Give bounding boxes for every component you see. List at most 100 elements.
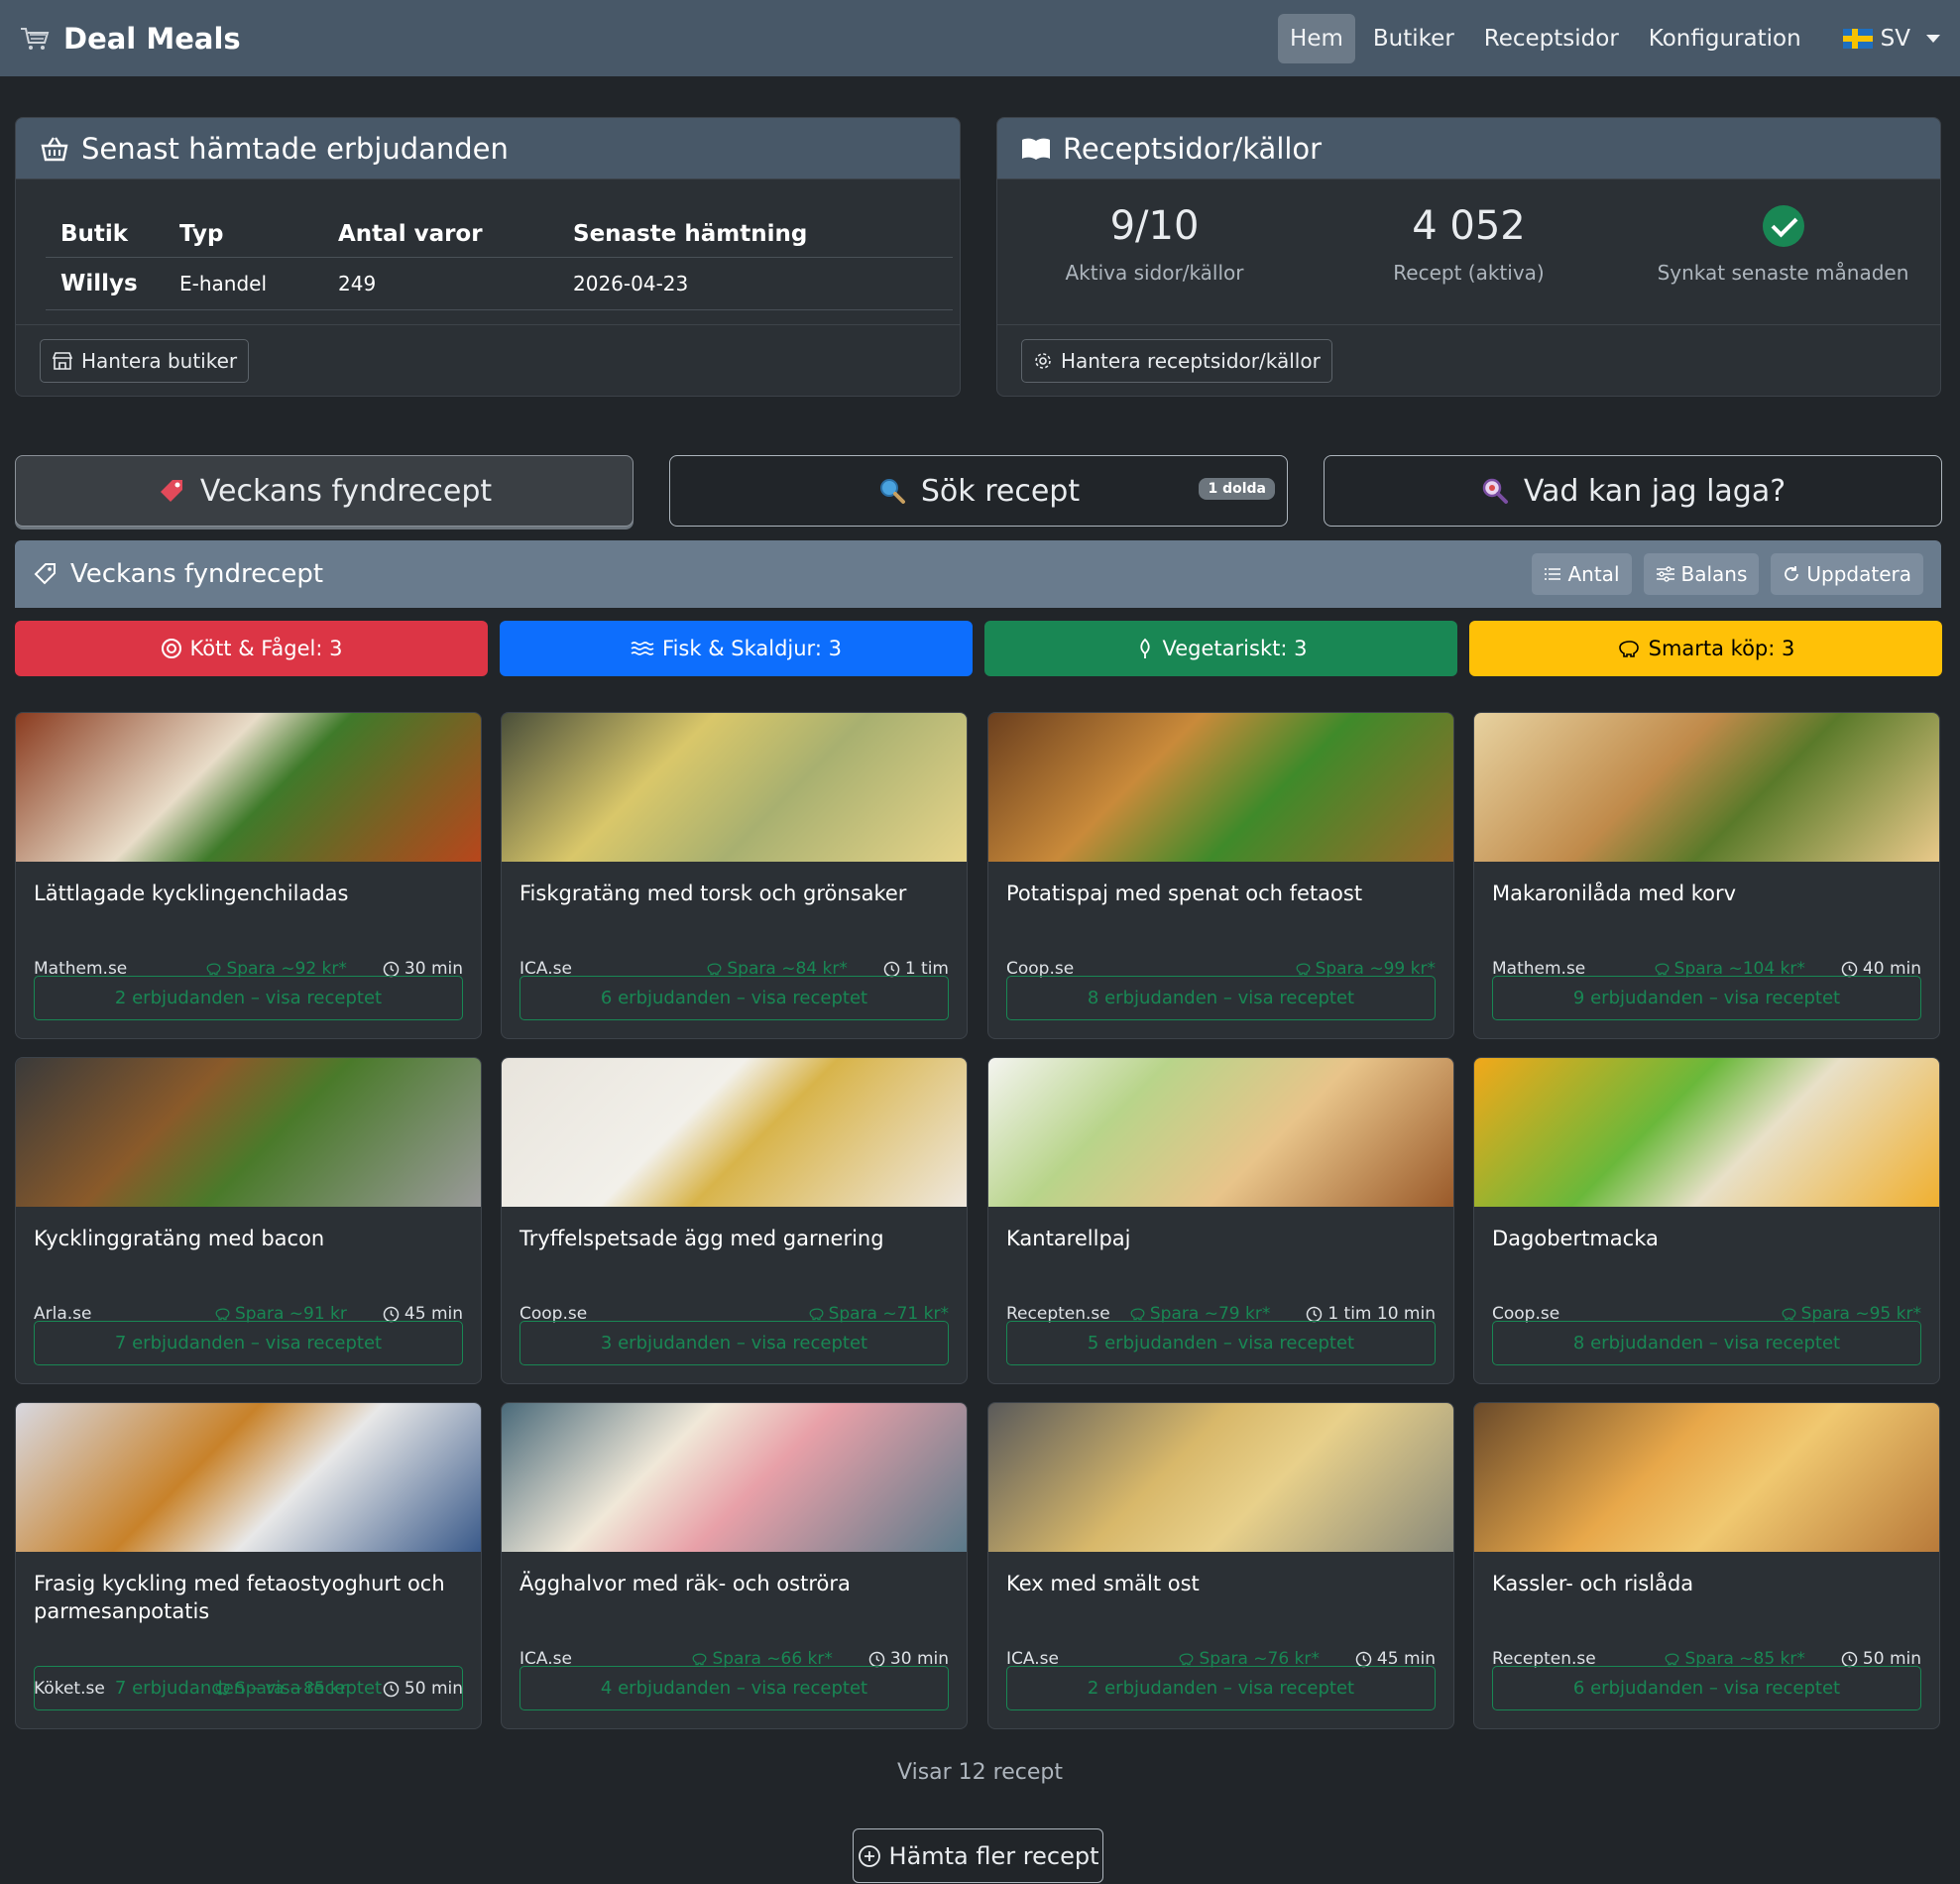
category-fish-seafood[interactable]: Fisk & Skaldjur: 3 xyxy=(500,621,973,676)
category-vegetarian[interactable]: Vegetariskt: 3 xyxy=(984,621,1457,676)
recipe-card[interactable]: Lättlagade kycklingenchiladas Mathem.se Sp… xyxy=(15,712,482,1039)
tab-weekly-deals[interactable]: Veckans fyndrecept xyxy=(15,455,634,527)
recipe-image[interactable] xyxy=(1474,713,1939,862)
balance-label: Balans xyxy=(1680,562,1748,586)
view-recipe-button[interactable]: 5 erbjudanden – visa receptet xyxy=(1006,1321,1436,1365)
sync-label: Synkat senaste månaden xyxy=(1657,261,1909,285)
sources-panel-header: Receptsidor/källor xyxy=(997,118,1940,179)
tags-icon xyxy=(34,563,56,585)
manage-sources-button[interactable]: Hantera receptsidor/källor xyxy=(1021,338,1332,383)
balance-button[interactable]: Balans xyxy=(1643,553,1760,595)
sources-panel: Receptsidor/källor 9/10 Aktiva sidor/käl… xyxy=(996,117,1941,397)
nav-stores[interactable]: Butiker xyxy=(1361,14,1466,63)
recipe-card[interactable]: Kex med smält ost ICA.se Spara ~76 kr* 45 m… xyxy=(987,1402,1454,1729)
weekly-deals-title: Veckans fyndrecept xyxy=(70,559,324,589)
view-recipe-button[interactable]: 2 erbjudanden – visa receptet xyxy=(1006,1666,1436,1710)
recipe-title[interactable]: Kex med smält ost xyxy=(1006,1570,1440,1597)
view-recipe-button[interactable]: 6 erbjudanden – visa receptet xyxy=(519,976,949,1020)
manage-stores-button[interactable]: Hantera butiker xyxy=(40,338,250,383)
view-recipe-button[interactable]: 3 erbjudanden – visa receptet xyxy=(519,1321,949,1365)
recipe-image[interactable] xyxy=(1474,1403,1939,1552)
recipe-title[interactable]: Frasig kyckling med fetaostyoghurt och p… xyxy=(34,1570,467,1625)
recipe-image[interactable] xyxy=(502,713,967,862)
recipe-image[interactable] xyxy=(502,1058,967,1207)
check-circle-icon xyxy=(1762,205,1804,247)
stores-table: Butik Typ Antal varor Senaste hämtning W… xyxy=(46,209,953,310)
active-sites-label: Aktiva sidor/källor xyxy=(1065,261,1244,285)
view-recipe-button[interactable]: 8 erbjudanden – visa receptet xyxy=(1006,976,1436,1020)
nav-configuration[interactable]: Konfiguration xyxy=(1637,14,1813,63)
language-dropdown[interactable]: SV xyxy=(1842,26,1940,52)
recipe-title[interactable]: Makaronilåda med korv xyxy=(1492,880,1925,907)
recipe-card[interactable]: Dagobertmacka Coop.se Spara ~95 kr* 8 erbju… xyxy=(1473,1057,1940,1384)
category-fish-label: Fisk & Skaldjur: 3 xyxy=(662,637,842,660)
recipe-title[interactable]: Dagobertmacka xyxy=(1492,1225,1925,1252)
piggy-bank-icon xyxy=(215,1308,230,1321)
tab-search-recipes[interactable]: Sök recept 1 dolda xyxy=(669,455,1288,527)
recipe-image[interactable] xyxy=(16,713,481,862)
flower-icon xyxy=(1139,638,1150,658)
recipe-image[interactable] xyxy=(988,1403,1453,1552)
category-smart-buys[interactable]: Smarta köp: 3 xyxy=(1469,621,1942,676)
recipe-title[interactable]: Fiskgratäng med torsk och grönsaker xyxy=(519,880,953,907)
recipe-card[interactable]: Potatispaj med spenat och fetaost Coop.se… xyxy=(987,712,1454,1039)
recipe-image[interactable] xyxy=(16,1403,481,1552)
load-more-button[interactable]: Hämta fler recept xyxy=(853,1828,1103,1883)
piggy-bank-icon xyxy=(1618,641,1639,657)
piggy-bank-icon xyxy=(1296,963,1310,976)
view-recipe-button[interactable]: 8 erbjudanden – visa receptet xyxy=(1492,1321,1921,1365)
recipe-image[interactable] xyxy=(988,713,1453,862)
recipe-image[interactable] xyxy=(988,1058,1453,1207)
category-meat-label: Kött & Fågel: 3 xyxy=(189,637,343,660)
active-sites-stat: 9/10 Aktiva sidor/källor xyxy=(997,201,1312,285)
sort-count-button[interactable]: Antal xyxy=(1532,553,1632,595)
recipe-title[interactable]: Lättlagade kycklingenchiladas xyxy=(34,880,467,907)
chevron-down-icon xyxy=(1926,34,1940,43)
view-recipe-button[interactable]: 7 erbjudanden – visa receptet xyxy=(34,1666,463,1710)
recipe-card[interactable]: Kycklinggratäng med bacon Arla.se Spara ~9… xyxy=(15,1057,482,1384)
view-recipe-button[interactable]: 7 erbjudanden – visa receptet xyxy=(34,1321,463,1365)
magnifier-icon xyxy=(879,479,905,504)
showing-count: Visar 12 recept xyxy=(897,1760,1063,1785)
clock-icon xyxy=(1841,961,1858,977)
brand-name: Deal Meals xyxy=(63,21,241,56)
recipe-card[interactable]: Fiskgratäng med torsk och grönsaker ICA.s… xyxy=(501,712,968,1039)
piggy-bank-icon xyxy=(1180,1653,1194,1666)
col-last-fetch: Senaste hämtning xyxy=(558,209,953,258)
view-recipe-button[interactable]: 4 erbjudanden – visa receptet xyxy=(519,1666,949,1710)
recipe-card[interactable]: Kantarellpaj Recepten.se Spara ~79 kr* 1 ti… xyxy=(987,1057,1454,1384)
view-recipe-button[interactable]: 6 erbjudanden – visa receptet xyxy=(1492,1666,1921,1710)
tab-weekly-deals-label: Veckans fyndrecept xyxy=(199,473,493,509)
recipe-card[interactable]: Frasig kyckling med fetaostyoghurt och p… xyxy=(15,1402,482,1729)
category-meat-poultry[interactable]: Kött & Fågel: 3 xyxy=(15,621,488,676)
recipe-image[interactable] xyxy=(502,1403,967,1552)
recipe-image[interactable] xyxy=(16,1058,481,1207)
recipe-card[interactable]: Tryffelspetsade ägg med garnering Coop.se… xyxy=(501,1057,968,1384)
recipe-title[interactable]: Kantarellpaj xyxy=(1006,1225,1440,1252)
recipe-card[interactable]: Ägghalvor med räk- och oströra ICA.se Spar… xyxy=(501,1402,968,1729)
recipe-title[interactable]: Kycklinggratäng med bacon xyxy=(34,1225,467,1252)
recipe-card[interactable]: Makaronilåda med korv Mathem.se Spara ~104… xyxy=(1473,712,1940,1039)
plus-circle-icon xyxy=(858,1844,880,1867)
brand[interactable]: Deal Meals xyxy=(20,22,241,56)
nav-home[interactable]: Hem xyxy=(1278,13,1355,63)
store-name: Willys xyxy=(46,257,165,310)
recipe-title[interactable]: Tryffelspetsade ägg med garnering xyxy=(519,1225,953,1252)
recipe-title[interactable]: Potatispaj med spenat och fetaost xyxy=(1006,880,1440,907)
tab-what-can-i-cook[interactable]: Vad kan jag laga? xyxy=(1324,455,1942,527)
book-icon xyxy=(1022,138,1050,160)
tab-search-label: Sök recept xyxy=(920,473,1081,509)
refresh-button[interactable]: Uppdatera xyxy=(1771,553,1923,595)
view-recipe-button[interactable]: 2 erbjudanden – visa receptet xyxy=(34,976,463,1020)
recipe-image[interactable] xyxy=(1474,1058,1939,1207)
manage-stores-label: Hantera butiker xyxy=(81,348,238,373)
recipe-card[interactable]: Kassler- och rislåda Recepten.se Spara ~85… xyxy=(1473,1402,1940,1729)
piggy-bank-icon xyxy=(1130,1308,1145,1321)
recipe-title[interactable]: Kassler- och rislåda xyxy=(1492,1570,1925,1597)
recipe-title[interactable]: Ägghalvor med räk- och oströra xyxy=(519,1570,953,1597)
nav-recipe-sites[interactable]: Receptsidor xyxy=(1472,14,1631,63)
load-more-label: Hämta fler recept xyxy=(888,1841,1099,1870)
manage-sources-label: Hantera receptsidor/källor xyxy=(1061,348,1321,373)
view-recipe-button[interactable]: 9 erbjudanden – visa receptet xyxy=(1492,976,1921,1020)
offers-panel-header: Senast hämtade erbjudanden xyxy=(16,118,960,179)
